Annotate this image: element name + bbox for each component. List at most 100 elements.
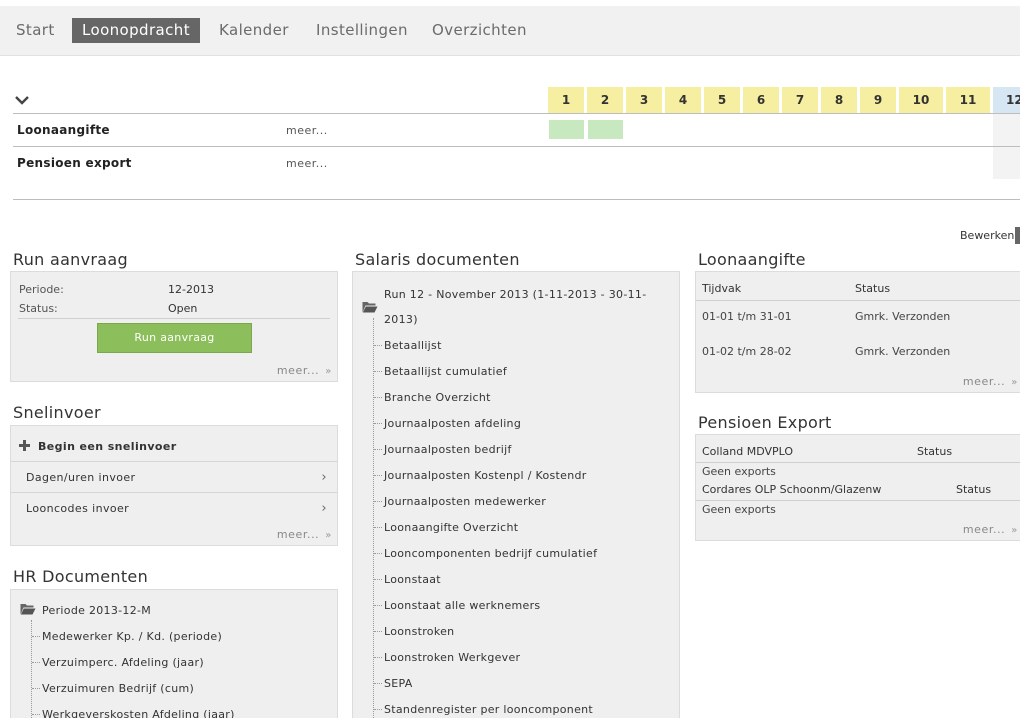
completed-period-cell[interactable] (549, 120, 584, 139)
month-10: 10 (899, 87, 943, 113)
more-link-label[interactable]: meer... (963, 375, 1005, 388)
col-tijdvak: Tijdvak (702, 282, 742, 295)
tree-connector (32, 714, 40, 715)
month-5: 5 (704, 87, 740, 113)
table-header-divider (696, 462, 1020, 463)
salaris-documenten-title: Salaris documenten (355, 250, 520, 269)
salaris-document-link[interactable]: Journaalposten bedrijf (384, 443, 512, 456)
salaris-document-link[interactable]: Standenregister per looncomponent (384, 703, 593, 716)
table-header-divider (696, 500, 1020, 501)
salaris-document-link[interactable]: Betaallijst cumulatief (384, 365, 507, 378)
nav-start[interactable]: Start (16, 18, 55, 43)
salaris-document-link[interactable]: Loonstaat (384, 573, 441, 586)
double-chevron-right-icon: » (1011, 377, 1018, 388)
pensioen-status-label: Status (917, 445, 953, 458)
salaris-document-link[interactable]: Loonstroken Werkgever (384, 651, 520, 664)
salaris-document-link[interactable]: Journaalposten medewerker (384, 495, 546, 508)
pensioen-status-label: Status (956, 483, 992, 496)
timeline-row-loonaangifte: Loonaangifte (17, 123, 110, 137)
salaris-document-link[interactable]: Branche Overzicht (384, 391, 491, 404)
timeline-row-pensioen-export: Pensioen export (17, 156, 132, 170)
salaris-document-link[interactable]: Loonaangifte Overzicht (384, 521, 518, 534)
more-link[interactable]: meer... » (277, 364, 332, 377)
edit-handle-icon[interactable] (1015, 227, 1020, 244)
snelinvoer-item-looncodes[interactable]: Looncodes invoer › (11, 493, 337, 524)
plus-icon (19, 440, 30, 451)
timeline-divider (13, 113, 1020, 114)
tree-connector (31, 620, 32, 718)
hr-document-link[interactable]: Verzuimperc. Afdeling (jaar) (42, 656, 204, 669)
snelinvoer-item-label: Looncodes invoer (26, 502, 130, 515)
run-aanvraag-panel: Periode: 12-2013 Status: Open Run aanvra… (10, 271, 338, 382)
hr-document-link[interactable]: Verzuimuren Bedrijf (cum) (42, 682, 194, 695)
table-header-divider (696, 300, 1020, 301)
begin-snelinvoer-button[interactable]: Begin een snelinvoer (11, 431, 337, 462)
tree-connector (374, 423, 382, 424)
col-status: Status (855, 282, 891, 295)
month-3: 3 (626, 87, 662, 113)
tree-connector (374, 683, 382, 684)
salaris-document-link[interactable]: SEPA (384, 677, 413, 690)
more-link[interactable]: meer... » (963, 375, 1018, 388)
month-8: 8 (821, 87, 857, 113)
tree-connector (374, 501, 382, 502)
month-11: 11 (946, 87, 990, 113)
hr-documenten-panel: Periode 2013-12-M Medewerker Kp. / Kd. (… (10, 589, 338, 718)
salaris-folder-run[interactable]: Run 12 - November 2013 (1-11-2013 - 30-1… (384, 288, 646, 301)
salaris-document-link[interactable]: Betaallijst (384, 339, 442, 352)
completed-period-cell[interactable] (588, 120, 623, 139)
tree-connector (374, 709, 382, 710)
hr-document-link[interactable]: Werkgeverskosten Afdeling (jaar) (42, 708, 235, 718)
hr-document-link[interactable]: Medewerker Kp. / Kd. (periode) (42, 630, 222, 643)
loonaangifte-panel: Tijdvak Status 01-01 t/m 31-01 Gmrk. Ver… (695, 271, 1020, 393)
nav-loonopdracht[interactable]: Loonopdracht (72, 18, 200, 43)
more-link[interactable]: meer... » (277, 528, 332, 541)
tree-connector (374, 579, 382, 580)
more-link-label[interactable]: meer... (963, 523, 1005, 536)
salaris-folder-run-cont[interactable]: 2013) (384, 313, 418, 326)
tree-connector (374, 631, 382, 632)
timeline-divider (13, 199, 1020, 200)
tree-connector (374, 345, 382, 346)
status-label: Status: (19, 302, 58, 315)
tree-connector (374, 605, 382, 606)
double-chevron-right-icon: » (325, 366, 332, 377)
nav-kalender[interactable]: Kalender (219, 18, 289, 43)
chevron-right-icon: › (321, 470, 327, 485)
run-aanvraag-button[interactable]: Run aanvraag (97, 323, 252, 353)
salaris-document-link[interactable]: Loonstaat alle werknemers (384, 599, 540, 612)
month-9: 9 (860, 87, 896, 113)
pensioen-empty-text: Geen exports (702, 465, 776, 478)
nav-instellingen[interactable]: Instellingen (316, 18, 408, 43)
month-2: 2 (587, 87, 623, 113)
snelinvoer-item-label: Dagen/uren invoer (26, 471, 136, 484)
tree-connector (374, 475, 382, 476)
more-link[interactable]: meer... » (963, 523, 1018, 536)
double-chevron-right-icon: » (1011, 525, 1018, 536)
salaris-document-link[interactable]: Looncomponenten bedrijf cumulatief (384, 547, 597, 560)
chevron-down-icon[interactable] (14, 93, 30, 107)
tree-connector (374, 371, 382, 372)
status-value: Open (168, 302, 198, 315)
tree-connector (374, 527, 382, 528)
salaris-document-link[interactable]: Journaalposten afdeling (384, 417, 521, 430)
status-cell: Gmrk. Verzonden (855, 345, 951, 358)
salaris-document-link[interactable]: Journaalposten Kostenpl / Kostendr (384, 469, 587, 482)
status-cell: Gmrk. Verzonden (855, 310, 951, 323)
hr-folder-periode[interactable]: Periode 2013-12-M (42, 604, 151, 617)
salaris-document-link[interactable]: Loonstroken (384, 625, 454, 638)
month-7: 7 (782, 87, 818, 113)
periode-value: 12-2013 (168, 283, 214, 296)
tijdvak-cell: 01-01 t/m 31-01 (702, 310, 792, 323)
more-link-label[interactable]: meer... (277, 528, 319, 541)
tree-connector (374, 397, 382, 398)
more-link-label[interactable]: meer... (277, 364, 319, 377)
snelinvoer-title: Snelinvoer (13, 403, 101, 422)
bewerken-link[interactable]: Bewerken (960, 229, 1014, 242)
tree-connector (373, 318, 374, 718)
timeline-more-link[interactable]: meer... (286, 124, 328, 137)
nav-overzichten[interactable]: Overzichten (432, 18, 527, 43)
snelinvoer-item-dagen-uren[interactable]: Dagen/uren invoer › (11, 462, 337, 493)
timeline-more-link[interactable]: meer... (286, 157, 328, 170)
pensioen-export-title: Pensioen Export (698, 413, 832, 432)
